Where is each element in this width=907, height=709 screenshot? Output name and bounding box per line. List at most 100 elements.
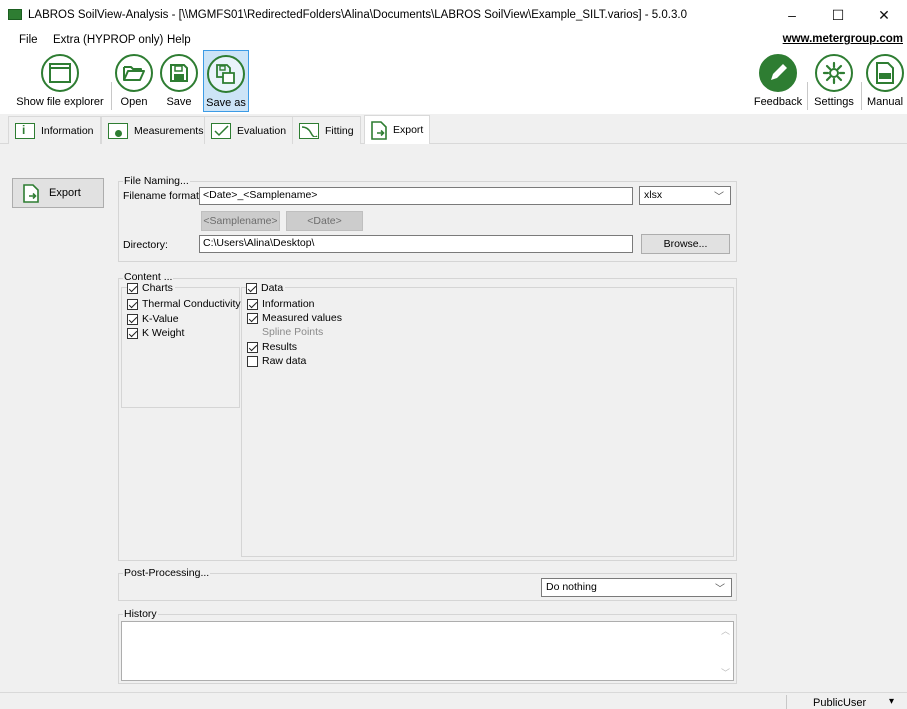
tab-fitting[interactable]: Fitting <box>292 116 361 144</box>
history-textarea[interactable] <box>121 621 734 681</box>
insert-samplename-button[interactable]: <Samplename> <box>201 211 280 231</box>
chart-thermal-conductivity-checkbox[interactable]: Thermal Conductivity <box>127 297 241 311</box>
chart-option-label: K Weight <box>142 327 185 339</box>
maximize-button[interactable]: ☐ <box>815 0 861 30</box>
scroll-down-icon[interactable]: ﹀ <box>721 666 730 679</box>
status-dropdown-icon[interactable]: ▾ <box>889 696 894 707</box>
tab-measurements[interactable]: Measurements <box>101 116 211 144</box>
checkbox-icon <box>247 298 258 310</box>
evaluation-icon <box>211 122 231 139</box>
manual-label: Manual <box>866 96 904 108</box>
insert-date-button[interactable]: <Date> <box>286 211 363 231</box>
save-button[interactable]: Save <box>159 50 199 112</box>
chart-k-weight-checkbox[interactable]: K Weight <box>127 326 184 340</box>
tab-information[interactable]: i Information <box>8 116 101 144</box>
tab-evaluation-label: Evaluation <box>237 124 287 137</box>
export-icon <box>371 120 387 140</box>
chart-option-label: Thermal Conductivity <box>142 298 241 310</box>
ribbon-separator <box>807 82 808 110</box>
fitting-icon <box>299 122 319 139</box>
data-results-checkbox[interactable]: Results <box>247 340 297 354</box>
website-link[interactable]: www.metergroup.com <box>783 33 903 45</box>
status-separator <box>786 695 787 709</box>
open-label: Open <box>120 96 148 108</box>
settings-button[interactable]: Settings <box>810 50 858 112</box>
tab-fitting-label: Fitting <box>325 124 354 137</box>
status-bar <box>0 692 907 709</box>
folder-open-icon <box>115 54 153 92</box>
save-label: Save <box>166 96 192 108</box>
pencil-icon <box>759 54 797 92</box>
window-title: LABROS SoilView-Analysis - [\\MGMFS01\Re… <box>28 9 687 21</box>
data-spline-points-checkbox: Spline Points <box>247 325 323 339</box>
data-raw-data-checkbox[interactable]: Raw data <box>247 354 306 368</box>
data-information-checkbox[interactable]: Information <box>247 297 315 311</box>
settings-label: Settings <box>814 96 854 108</box>
tab-evaluation[interactable]: Evaluation <box>204 116 294 144</box>
chevron-down-icon: ﹀ <box>715 584 725 595</box>
post-processing-select[interactable]: Do nothing ﹀ <box>541 578 732 597</box>
chart-option-label: K-Value <box>142 313 179 325</box>
checkbox-icon <box>247 355 258 367</box>
pdf-document-icon <box>866 54 904 92</box>
menu-help[interactable]: Help <box>167 34 191 46</box>
checkbox-icon <box>127 298 138 310</box>
charts-checkbox-label: Charts <box>142 282 173 294</box>
measurements-icon <box>108 122 128 139</box>
show-file-explorer-button[interactable]: Show file explorer <box>14 50 106 112</box>
manual-button[interactable]: Manual <box>864 50 906 112</box>
feedback-label: Feedback <box>753 96 803 108</box>
save-as-button[interactable]: Save as <box>203 50 249 112</box>
browse-button[interactable]: Browse... <box>641 234 730 254</box>
menu-file[interactable]: File <box>19 34 38 46</box>
tab-measurements-label: Measurements <box>134 124 204 137</box>
open-button[interactable]: Open <box>114 50 154 112</box>
filename-format-input[interactable]: <Date>_<Samplename> <box>199 187 633 205</box>
chart-k-value-checkbox[interactable]: K-Value <box>127 312 179 326</box>
info-icon: i <box>15 122 35 139</box>
gear-icon <box>815 54 853 92</box>
tab-export[interactable]: Export <box>364 115 431 144</box>
ribbon-separator <box>861 82 862 110</box>
file-naming-title: File Naming... <box>123 175 190 187</box>
filename-format-label: Filename format: <box>123 190 202 202</box>
minimize-button[interactable]: – <box>769 0 815 30</box>
export-button-label: Export <box>49 187 81 199</box>
export-button[interactable]: Export <box>12 178 104 208</box>
data-option-label: Measured values <box>262 312 342 324</box>
status-user: PublicUser <box>813 697 867 709</box>
post-processing-value: Do nothing <box>546 581 597 593</box>
data-option-label: Spline Points <box>262 326 324 338</box>
directory-input[interactable]: C:\Users\Alina\Desktop\ <box>199 235 633 253</box>
checkbox-icon <box>247 341 258 353</box>
charts-checkbox[interactable]: Charts <box>127 281 175 295</box>
app-logo-icon <box>8 9 22 20</box>
checkbox-icon <box>127 327 138 339</box>
data-option-label: Results <box>262 341 298 353</box>
menu-extra[interactable]: Extra (HYPROP only) <box>53 34 163 46</box>
data-option-label: Information <box>262 298 315 310</box>
scroll-up-icon[interactable]: ︿ <box>721 624 730 637</box>
save-as-icon <box>207 55 245 93</box>
checkbox-icon <box>247 327 258 338</box>
file-extension-select[interactable]: xlsx ﹀ <box>639 186 731 205</box>
file-explorer-icon <box>41 54 79 92</box>
checkbox-icon <box>246 282 257 294</box>
data-option-label: Raw data <box>262 355 307 367</box>
history-scrollbar[interactable]: ︿ ﹀ <box>717 622 733 680</box>
checkbox-icon <box>127 313 138 325</box>
ribbon-separator <box>111 82 112 110</box>
data-checkbox-label: Data <box>261 282 284 294</box>
file-extension-value: xlsx <box>644 189 663 201</box>
close-button[interactable]: ✕ <box>861 0 907 30</box>
save-as-label: Save as <box>206 97 246 109</box>
feedback-button[interactable]: Feedback <box>753 50 803 112</box>
data-checkbox[interactable]: Data <box>246 281 286 295</box>
post-processing-title: Post-Processing... <box>123 567 211 579</box>
chevron-down-icon: ﹀ <box>714 192 724 203</box>
history-title: History <box>123 608 158 620</box>
data-measured-values-checkbox[interactable]: Measured values <box>247 311 342 325</box>
show-file-explorer-label: Show file explorer <box>16 96 104 108</box>
checkbox-icon <box>247 312 258 324</box>
tab-information-label: Information <box>41 124 94 137</box>
